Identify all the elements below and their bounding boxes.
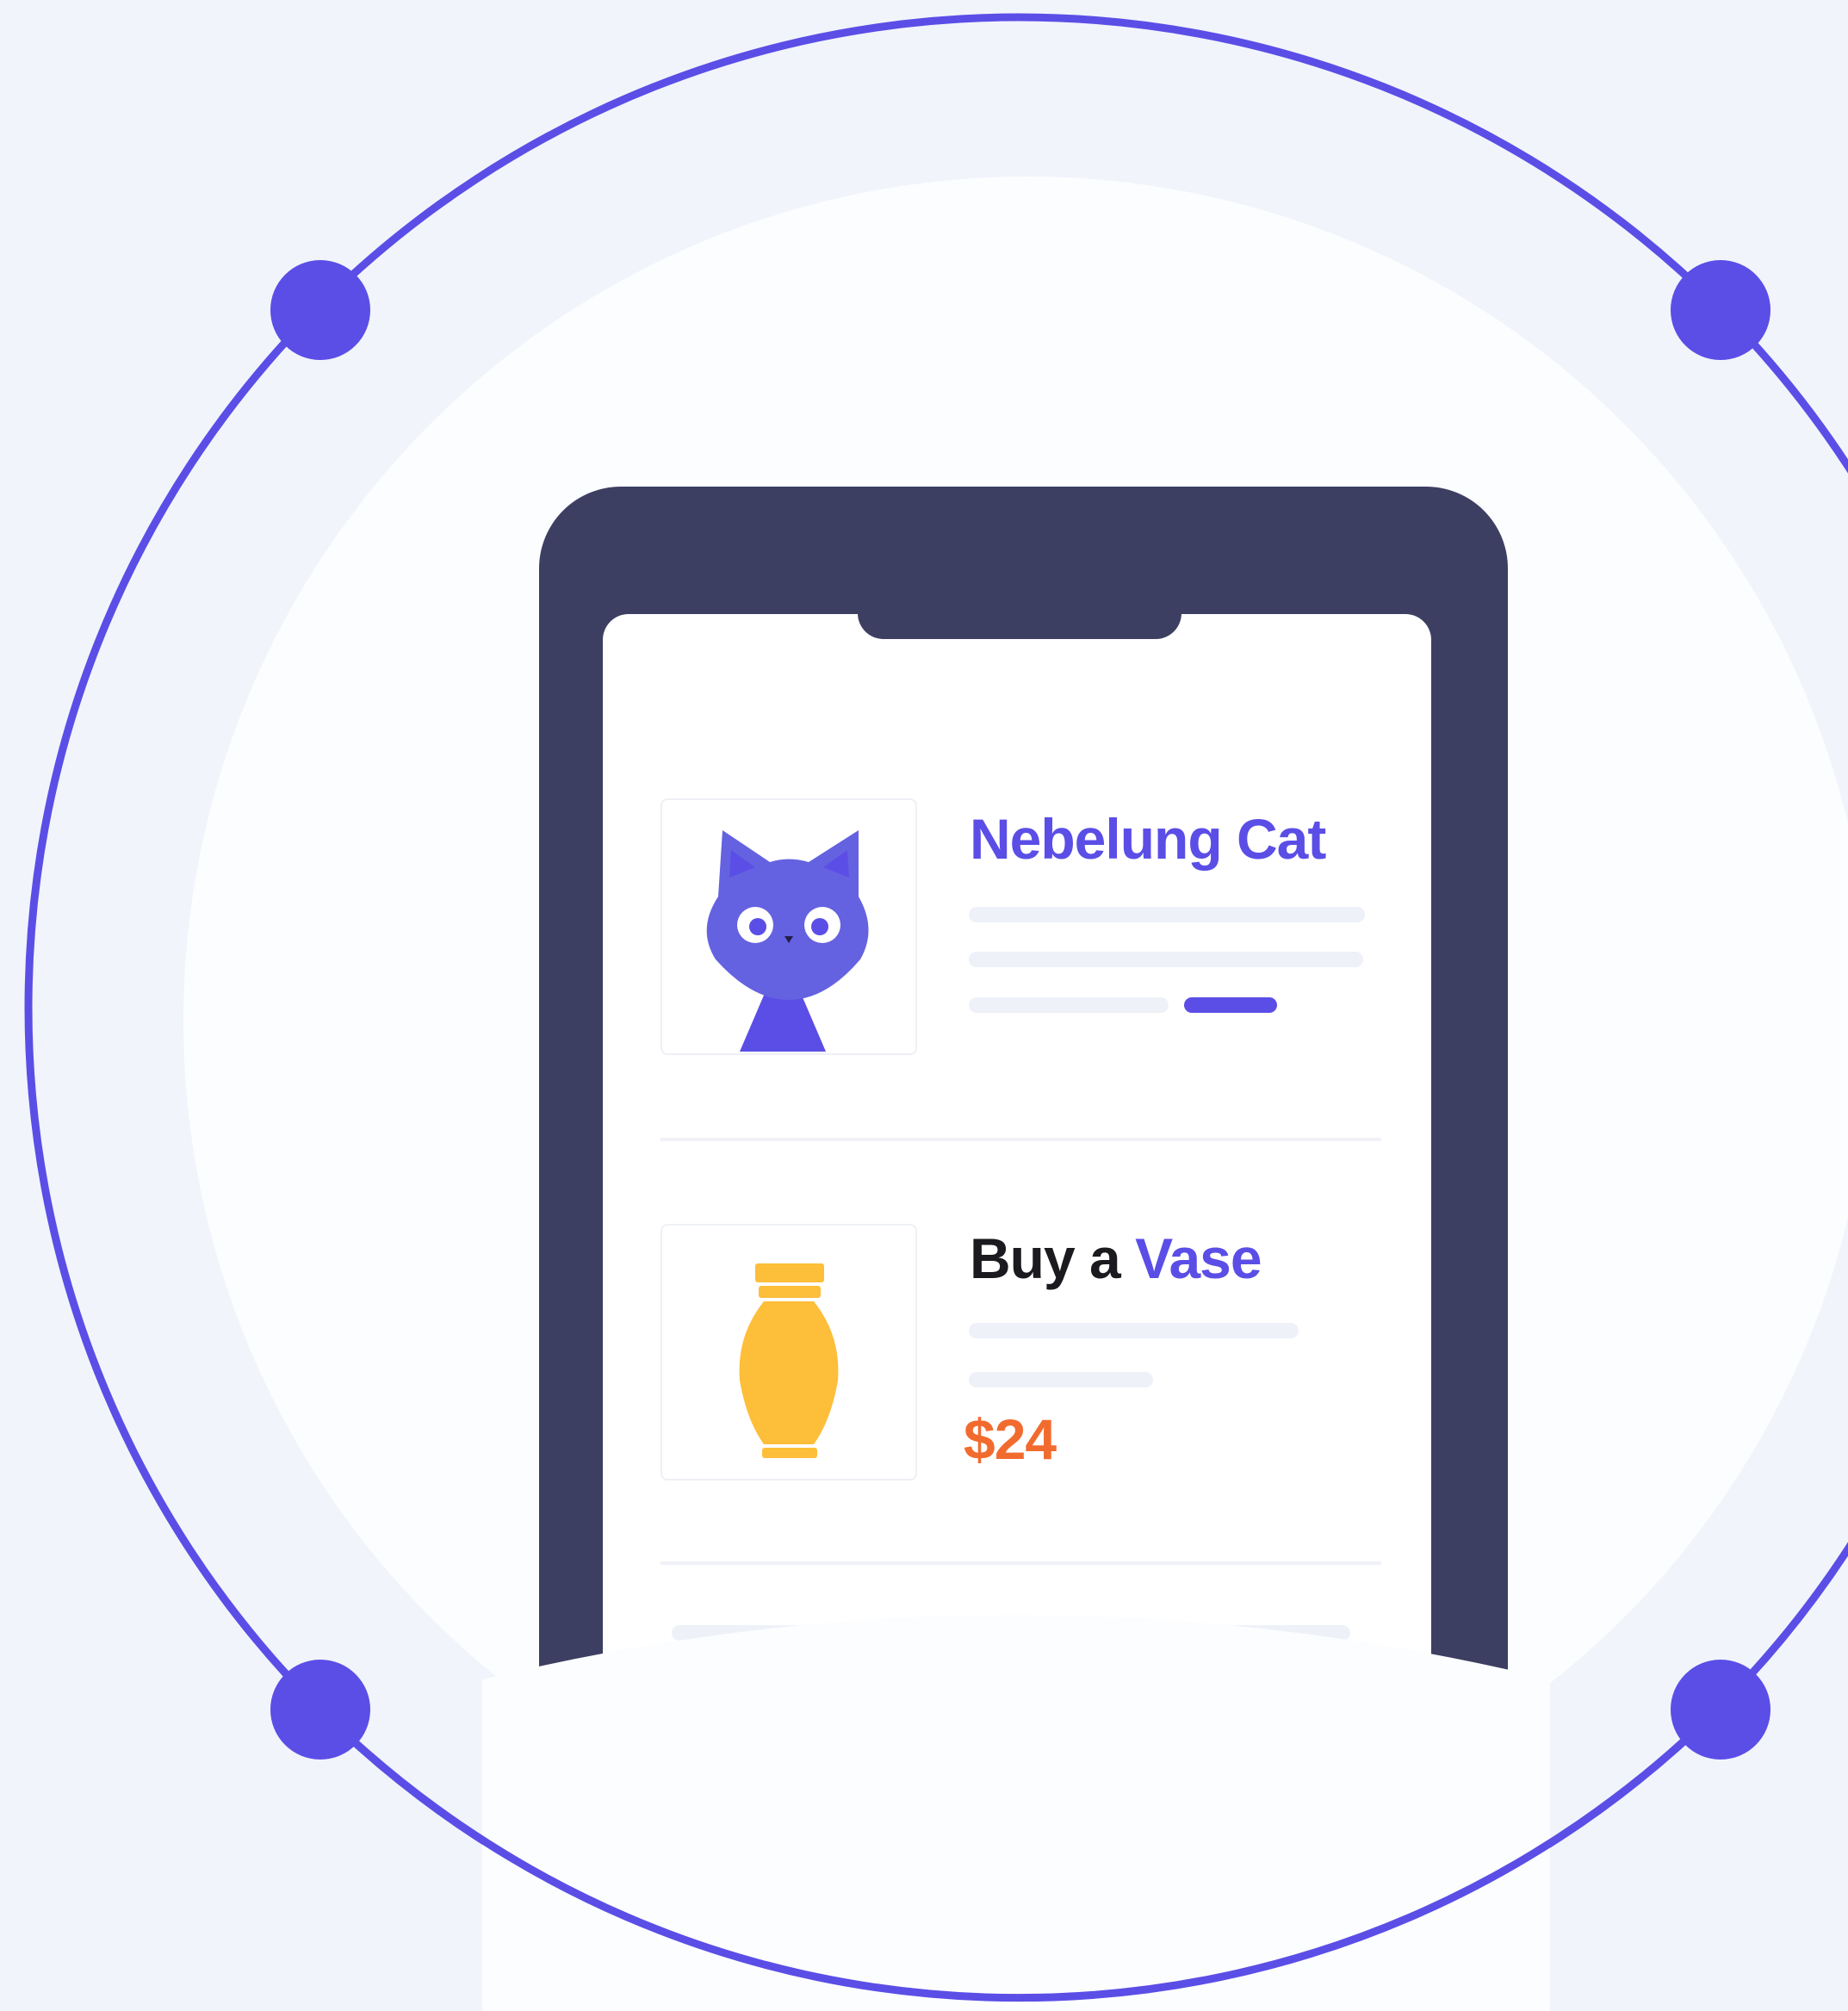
orbit-dot	[270, 1660, 370, 1760]
orbit-dot	[270, 260, 370, 360]
orbit-dot	[1671, 260, 1770, 360]
orbit-dots	[270, 260, 1770, 1760]
orbit-dot	[1671, 1660, 1770, 1760]
illustration: Nebelung Cat Buy a Vase $24	[0, 0, 1848, 2011]
